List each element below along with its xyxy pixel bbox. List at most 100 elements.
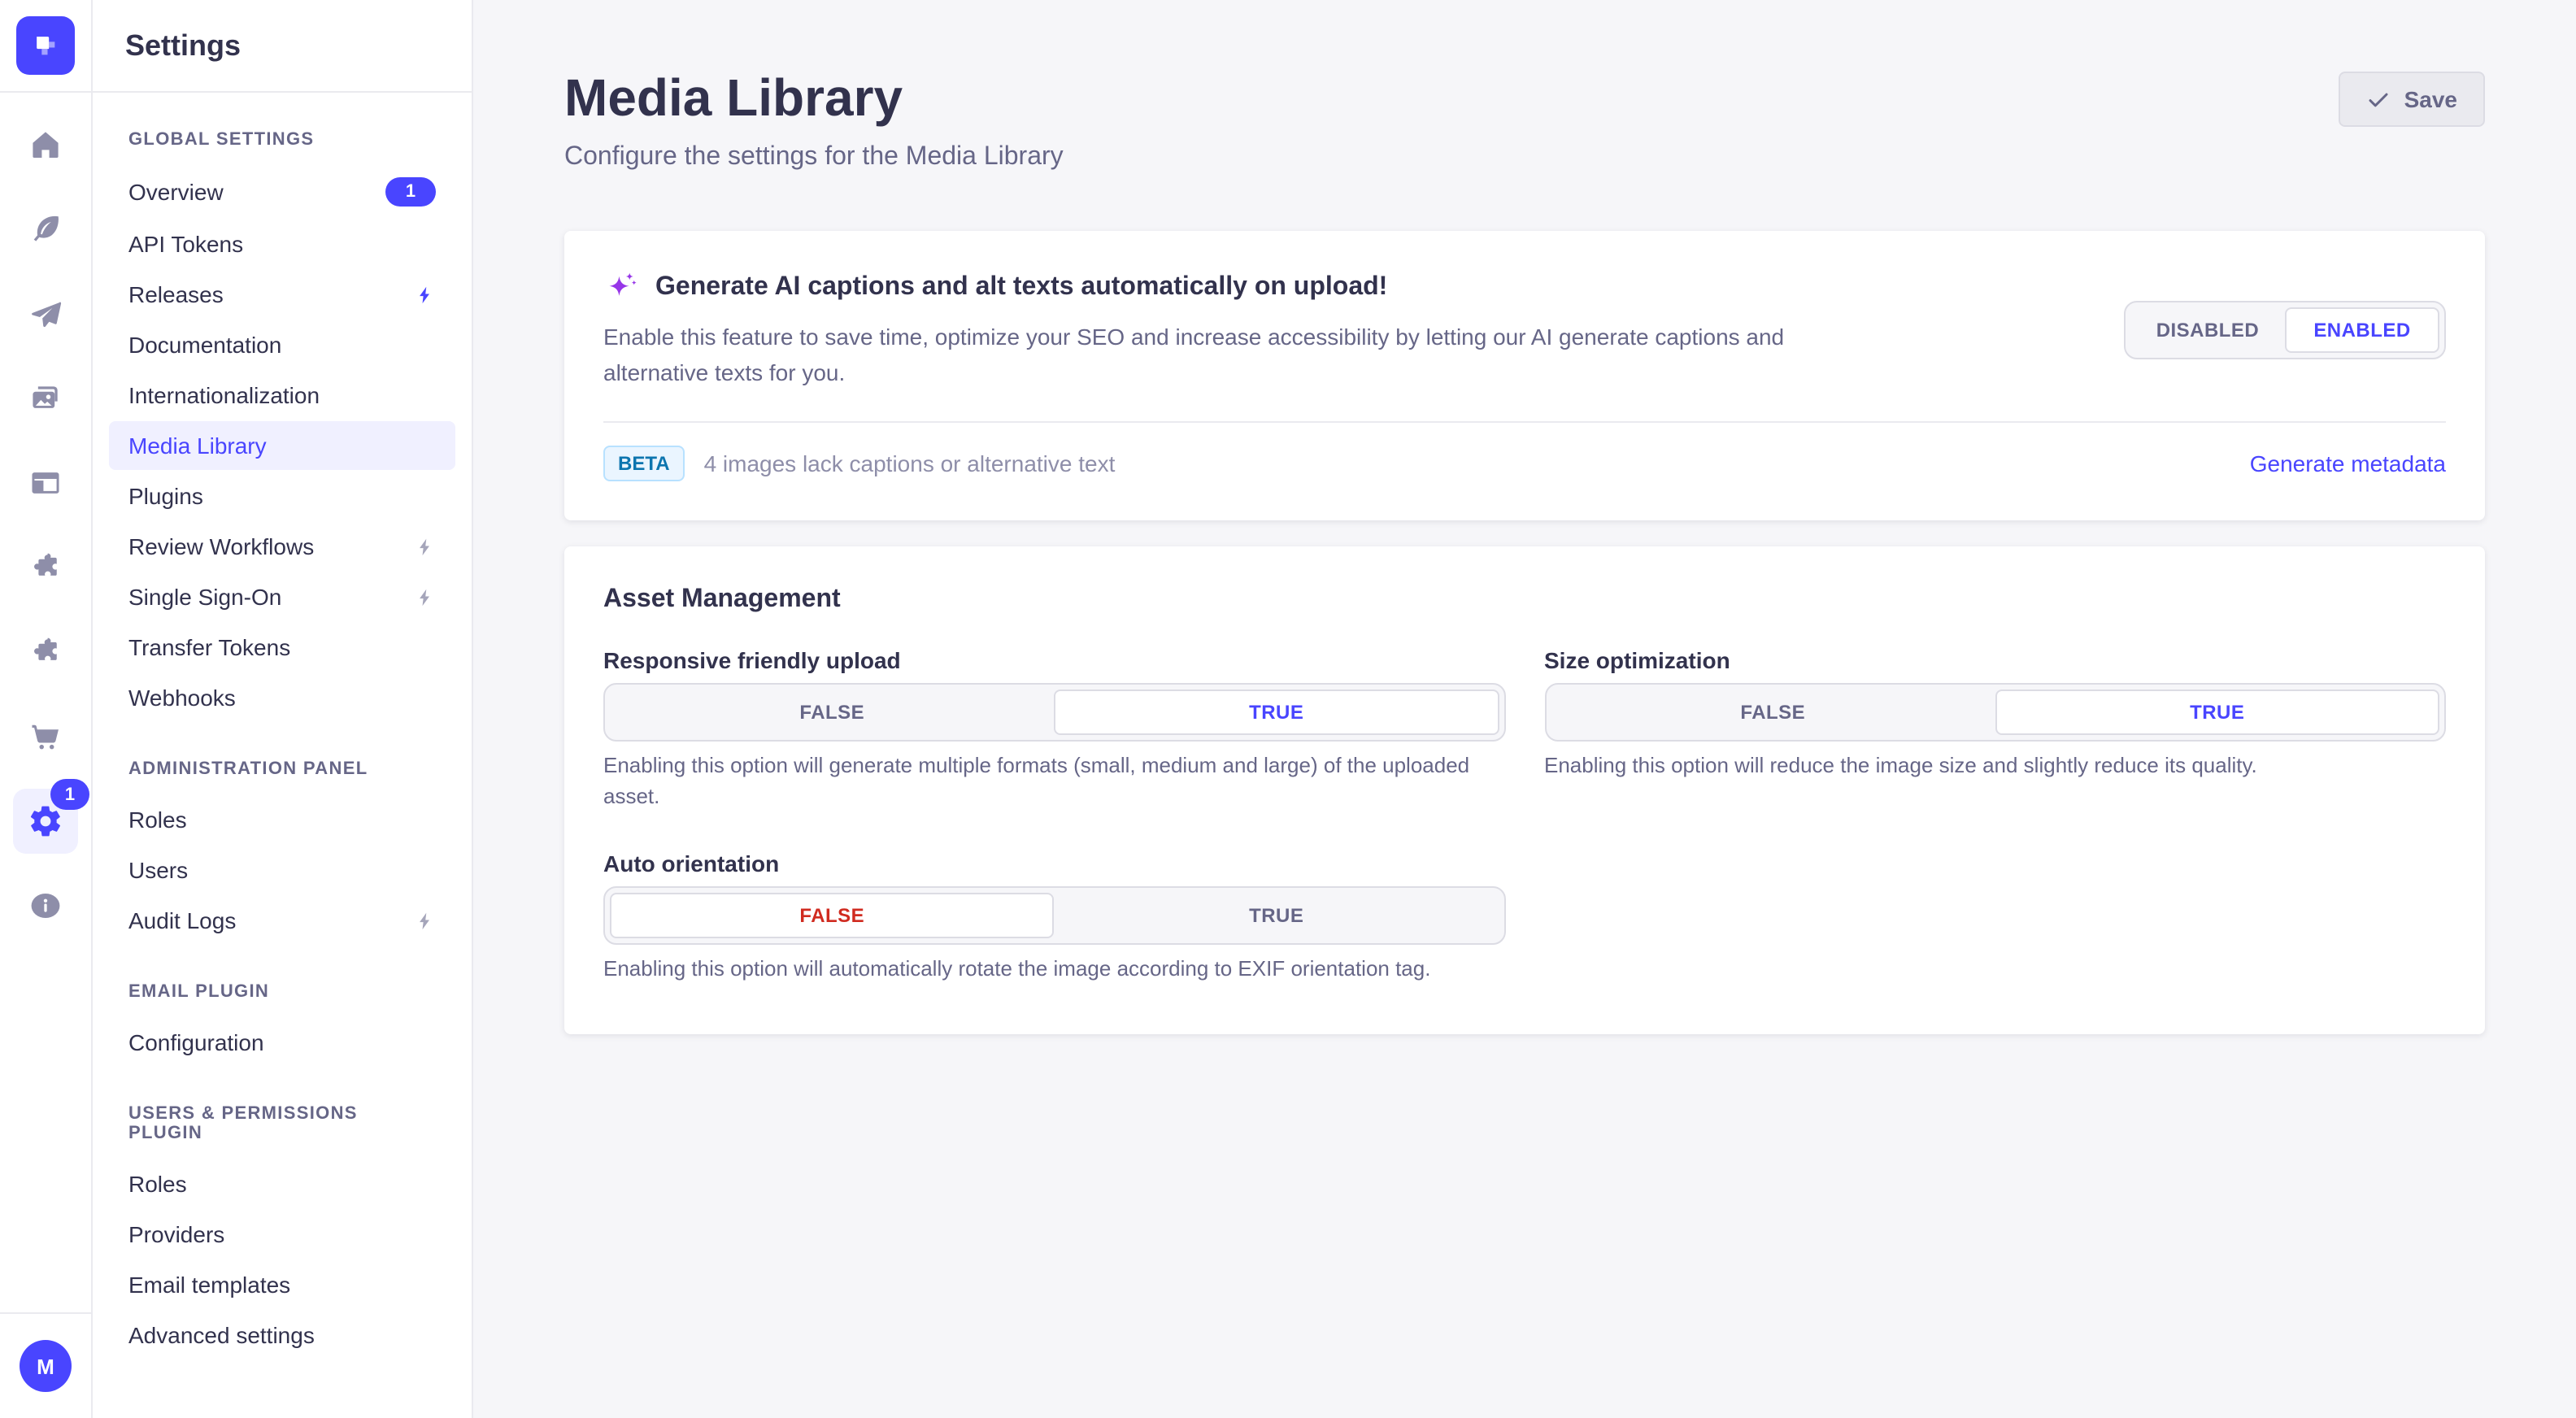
sidebar-item-label: Audit Logs: [128, 907, 236, 933]
ai-card-text-block: Generate AI captions and alt texts autom…: [603, 270, 1791, 392]
sidebar-item-label: API Tokens: [128, 231, 243, 257]
sidebar-item-documentation[interactable]: Documentation: [109, 320, 455, 369]
save-button[interactable]: Save: [2339, 72, 2485, 127]
lightning-icon: [415, 284, 436, 305]
page-subtitle: Configure the settings for the Media Lib…: [564, 143, 1064, 172]
size-optimization-toggle: FALSE TRUE: [1544, 683, 2446, 742]
main-content: Media Library Configure the settings for…: [473, 0, 2576, 1418]
page-title-block: Media Library Configure the settings for…: [564, 65, 1064, 172]
field-label: Responsive friendly upload: [603, 647, 1505, 673]
check-icon: [2367, 87, 2391, 111]
page-header: Media Library Configure the settings for…: [564, 0, 2485, 172]
user-avatar[interactable]: M: [20, 1340, 72, 1392]
sidebar-nav-list: GLOBAL SETTINGSOverview1API TokensReleas…: [93, 93, 472, 1394]
toggle-option-true[interactable]: TRUE: [1055, 894, 1499, 939]
sidebar-item-label: Overview: [128, 179, 224, 205]
sidebar-item-roles[interactable]: Roles: [109, 1159, 455, 1208]
sidebar-header: Settings: [93, 0, 472, 93]
sidebar-item-advanced-settings[interactable]: Advanced settings: [109, 1311, 455, 1359]
sidebar-item-label: Releases: [128, 281, 224, 307]
toggle-option-true[interactable]: TRUE: [1995, 689, 2440, 735]
toggle-option-enabled[interactable]: ENABLED: [2285, 308, 2439, 354]
info-icon[interactable]: [0, 863, 91, 948]
sidebar-item-api-tokens[interactable]: API Tokens: [109, 220, 455, 268]
sidebar-item-label: Plugins: [128, 483, 203, 509]
toggle-option-false[interactable]: FALSE: [1551, 689, 1995, 735]
sidebar-item-label: Email templates: [128, 1272, 290, 1298]
workspace-logo[interactable]: [16, 16, 75, 75]
main-nav-rail: 1 M: [0, 0, 93, 1418]
ai-card-footer: BETA 4 images lack captions or alternati…: [603, 446, 2446, 481]
feather-icon[interactable]: [0, 187, 91, 272]
media-library-icon[interactable]: [0, 356, 91, 441]
sidebar-item-label: Internationalization: [128, 382, 320, 408]
settings-sidebar: Settings GLOBAL SETTINGSOverview1API Tok…: [93, 0, 473, 1418]
section-label: ADMINISTRATION PANEL: [109, 745, 455, 794]
field-responsive-friendly-upload: Responsive friendly upload FALSE TRUE En…: [603, 647, 1505, 812]
ai-enabled-toggle: DISABLED ENABLED: [2124, 302, 2446, 360]
sidebar-title: Settings: [125, 28, 241, 63]
responsive-upload-toggle: FALSE TRUE: [603, 683, 1505, 742]
sidebar-item-label: Providers: [128, 1221, 224, 1247]
sidebar-item-releases[interactable]: Releases: [109, 270, 455, 319]
field-hint: Enabling this option will automatically …: [603, 955, 1505, 986]
extensions-icon[interactable]: [0, 610, 91, 694]
auto-orientation-toggle: FALSE TRUE: [603, 887, 1505, 946]
field-size-optimization: Size optimization FALSE TRUE Enabling th…: [1544, 647, 2446, 812]
cart-icon[interactable]: [0, 694, 91, 779]
toggle-option-false[interactable]: FALSE: [610, 894, 1055, 939]
field-auto-orientation: Auto orientation FALSE TRUE Enabling thi…: [603, 851, 1505, 986]
ai-card-top: Generate AI captions and alt texts autom…: [603, 270, 2446, 392]
rail-footer: M: [0, 1312, 91, 1418]
field-label: Size optimization: [1544, 647, 2446, 673]
paper-plane-icon[interactable]: [0, 272, 91, 356]
sidebar-item-single-sign-on[interactable]: Single Sign-On: [109, 572, 455, 621]
plugins-icon[interactable]: [0, 525, 91, 610]
field-hint: Enabling this option will generate multi…: [603, 751, 1505, 812]
sidebar-item-email-templates[interactable]: Email templates: [109, 1260, 455, 1309]
section-label: EMAIL PLUGIN: [109, 968, 455, 1016]
sidebar-item-label: Roles: [128, 1171, 187, 1197]
generate-metadata-link[interactable]: Generate metadata: [2250, 450, 2446, 476]
rail-header: [0, 0, 91, 93]
sidebar-item-audit-logs[interactable]: Audit Logs: [109, 896, 455, 945]
settings-icon[interactable]: 1: [13, 789, 78, 854]
sidebar-item-roles[interactable]: Roles: [109, 795, 455, 844]
ai-captions-card: Generate AI captions and alt texts autom…: [564, 231, 2485, 520]
asset-management-title: Asset Management: [603, 585, 2446, 615]
home-icon[interactable]: [0, 102, 91, 187]
strapi-logo-icon: [29, 29, 62, 62]
notification-badge: 1: [50, 779, 89, 810]
sidebar-item-label: Transfer Tokens: [128, 634, 290, 660]
toggle-option-disabled[interactable]: DISABLED: [2130, 308, 2285, 354]
lightning-icon: [415, 910, 436, 931]
sidebar-item-label: Advanced settings: [128, 1322, 315, 1348]
sidebar-item-label: Single Sign-On: [128, 584, 281, 610]
sidebar-item-label: Configuration: [128, 1029, 264, 1055]
sidebar-item-label: Webhooks: [128, 685, 236, 711]
sidebar-item-configuration[interactable]: Configuration: [109, 1018, 455, 1067]
sidebar-item-providers[interactable]: Providers: [109, 1210, 455, 1259]
layout-icon[interactable]: [0, 441, 91, 525]
sidebar-item-internationalization[interactable]: Internationalization: [109, 371, 455, 420]
sidebar-section-administration-panel: ADMINISTRATION PANELRolesUsers Audit Logs: [109, 745, 455, 945]
section-label: USERS & PERMISSIONS PLUGIN: [109, 1090, 455, 1158]
sidebar-item-review-workflows[interactable]: Review Workflows: [109, 522, 455, 571]
lightning-icon: [415, 586, 436, 607]
ai-card-description: Enable this feature to save time, optimi…: [603, 319, 1791, 392]
sidebar-item-media-library[interactable]: Media Library: [109, 421, 455, 470]
toggle-option-true[interactable]: TRUE: [1055, 689, 1499, 735]
save-button-label: Save: [2404, 86, 2457, 112]
lightning-icon: [415, 536, 436, 557]
ai-card-title: Generate AI captions and alt texts autom…: [655, 273, 1387, 302]
beta-badge: BETA: [603, 446, 685, 481]
sidebar-item-users[interactable]: Users: [109, 846, 455, 894]
sidebar-item-label: Media Library: [128, 433, 267, 459]
sidebar-item-label: Review Workflows: [128, 533, 314, 559]
card-divider: [603, 421, 2446, 423]
sidebar-item-overview[interactable]: Overview1: [109, 166, 455, 218]
sidebar-item-plugins[interactable]: Plugins: [109, 472, 455, 520]
sidebar-item-webhooks[interactable]: Webhooks: [109, 673, 455, 722]
toggle-option-false[interactable]: FALSE: [610, 689, 1055, 735]
sidebar-item-transfer-tokens[interactable]: Transfer Tokens: [109, 623, 455, 672]
